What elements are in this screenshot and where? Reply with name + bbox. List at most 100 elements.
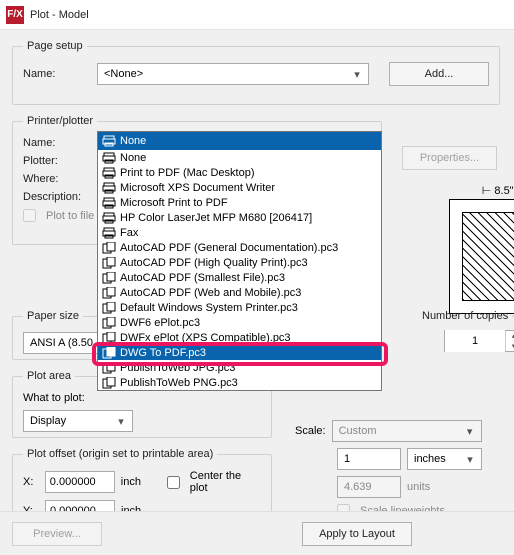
pc3-icon	[102, 242, 116, 254]
where-label: Where:	[23, 173, 91, 185]
printer-option-label: AutoCAD PDF (Web and Mobile).pc3	[120, 287, 301, 299]
spin-up-icon[interactable]: ▴	[506, 331, 514, 341]
offset-x-label: X:	[23, 476, 39, 488]
page-setup-legend: Page setup	[23, 40, 87, 52]
printer-option[interactable]: DWFx ePlot (XPS Compatible).pc3	[98, 330, 381, 345]
printer-option[interactable]: HP Color LaserJet MFP M680 [206417]	[98, 210, 381, 225]
printer-icon	[102, 227, 116, 239]
pc3-icon	[102, 302, 116, 314]
window-title: Plot - Model	[30, 9, 89, 21]
paper-width-dim: 8.5"	[494, 185, 513, 197]
chevron-down-icon: ▾	[114, 414, 128, 428]
plot-dialog: F/X Plot - Model Page setup Name: <None>…	[0, 0, 514, 555]
plot-offset-legend: Plot offset (origin set to printable are…	[23, 448, 217, 460]
printer-dropdown-selected-text: None	[120, 135, 146, 147]
printer-option-label: Fax	[120, 227, 138, 239]
printer-icon	[102, 135, 116, 147]
scale-combo[interactable]: Custom ▾	[332, 420, 482, 442]
dialog-footer: Preview... Apply to Layout	[0, 511, 514, 555]
pc3-icon	[102, 362, 116, 374]
titlebar: F/X Plot - Model	[0, 0, 514, 30]
copies-legend: Number of copies	[418, 310, 512, 322]
copies-spinner[interactable]: ▴▾	[444, 330, 514, 352]
pc3-icon	[102, 377, 116, 389]
pc3-icon	[102, 347, 116, 359]
printer-option-label: Print to PDF (Mac Desktop)	[120, 167, 254, 179]
spin-down-icon[interactable]: ▾	[506, 341, 514, 351]
scale-label: Scale:	[295, 425, 326, 437]
printer-icon	[102, 182, 116, 194]
page-setup-name-combo[interactable]: <None> ▾	[97, 63, 369, 85]
app-icon: F/X	[6, 6, 24, 24]
plotter-label: Plotter:	[23, 155, 91, 167]
paper-preview: ⊢8.5"⊣ 11.0"	[424, 184, 514, 314]
scale-a-value[interactable]: 1	[344, 453, 350, 465]
printer-option[interactable]: PublishToWeb JPG.pc3	[98, 360, 381, 375]
copies-group: Number of copies ▴▾	[424, 310, 514, 362]
page-setup-name-label: Name:	[23, 68, 91, 80]
offset-x-input[interactable]	[45, 471, 115, 493]
apply-to-layout-button[interactable]: Apply to Layout	[302, 522, 412, 546]
printer-option-label: Microsoft XPS Document Writer	[120, 182, 275, 194]
printer-option[interactable]: AutoCAD PDF (Web and Mobile).pc3	[98, 285, 381, 300]
printer-option-label: DWFx ePlot (XPS Compatible).pc3	[120, 332, 291, 344]
printer-icon	[102, 212, 116, 224]
paper-icon: 11.0"	[449, 199, 514, 314]
center-plot-checkbox[interactable]	[167, 476, 180, 489]
description-label: Description:	[23, 191, 91, 203]
scale-value: Custom	[339, 425, 377, 437]
scale-b-value: 4.639	[344, 481, 372, 493]
preview-button[interactable]: Preview...	[12, 522, 102, 546]
printer-option[interactable]: None	[98, 150, 381, 165]
printer-option-label: Microsoft Print to PDF	[120, 197, 228, 209]
printer-option-label: DWF6 ePlot.pc3	[120, 317, 200, 329]
printer-icon	[102, 167, 116, 179]
pc3-icon	[102, 332, 116, 344]
what-to-plot-label: What to plot:	[23, 392, 85, 404]
printer-name-dropdown[interactable]: None None Print to PDF (Mac Desktop) Micro…	[97, 131, 382, 391]
printer-option-label: AutoCAD PDF (Smallest File).pc3	[120, 272, 285, 284]
printer-option[interactable]: AutoCAD PDF (Smallest File).pc3	[98, 270, 381, 285]
plot-to-file-checkbox[interactable]	[23, 209, 36, 222]
what-to-plot-value: Display	[30, 415, 66, 427]
scale-group: Scale: Custom ▾ 1 inches ▾ 4.639 units	[295, 420, 514, 523]
offset-x-unit: inch	[121, 476, 141, 488]
center-plot-label: Center the plot	[190, 470, 261, 494]
printer-option[interactable]: AutoCAD PDF (High Quality Print).pc3	[98, 255, 381, 270]
paper-size-value: ANSI A (8.50	[30, 337, 93, 349]
printer-option-label: HP Color LaserJet MFP M680 [206417]	[120, 212, 312, 224]
printer-option[interactable]: Microsoft XPS Document Writer	[98, 180, 381, 195]
printer-option[interactable]: Print to PDF (Mac Desktop)	[98, 165, 381, 180]
printer-option[interactable]: Fax	[98, 225, 381, 240]
printer-option[interactable]: AutoCAD PDF (General Documentation).pc3	[98, 240, 381, 255]
printer-name-label: Name:	[23, 137, 91, 149]
copies-value[interactable]	[445, 330, 505, 352]
chevron-down-icon: ▾	[463, 424, 477, 438]
printer-option-label: PublishToWeb PNG.pc3	[120, 377, 238, 389]
printer-option-label: None	[120, 152, 146, 164]
printer-dropdown-selected[interactable]: None	[98, 132, 381, 150]
printer-option-label: DWG To PDF.pc3	[120, 347, 206, 359]
pc3-icon	[102, 257, 116, 269]
pc3-icon	[102, 287, 116, 299]
page-setup-name-value: <None>	[104, 68, 143, 80]
plot-area-legend: Plot area	[23, 370, 75, 382]
printer-option[interactable]: Microsoft Print to PDF	[98, 195, 381, 210]
scale-a-unit-combo[interactable]: inches ▾	[407, 448, 482, 470]
pc3-icon	[102, 272, 116, 284]
chevron-down-icon: ▾	[350, 67, 364, 81]
printer-option[interactable]: DWF6 ePlot.pc3	[98, 315, 381, 330]
pc3-icon	[102, 317, 116, 329]
printer-option[interactable]: Default Windows System Printer.pc3	[98, 300, 381, 315]
printer-option-label: PublishToWeb JPG.pc3	[120, 362, 235, 374]
printer-option[interactable]: PublishToWeb PNG.pc3	[98, 375, 381, 390]
printer-icon	[102, 152, 116, 164]
printer-option-label: AutoCAD PDF (General Documentation).pc3	[120, 242, 338, 254]
what-to-plot-combo[interactable]: Display ▾	[23, 410, 133, 432]
printer-legend: Printer/plotter	[23, 115, 97, 127]
printer-option[interactable]: DWG To PDF.pc3	[98, 345, 381, 360]
scale-b-unit: units	[407, 481, 430, 493]
scale-a-unit: inches	[414, 453, 446, 465]
add-button[interactable]: Add...	[389, 62, 489, 86]
paper-size-legend: Paper size	[23, 310, 83, 322]
